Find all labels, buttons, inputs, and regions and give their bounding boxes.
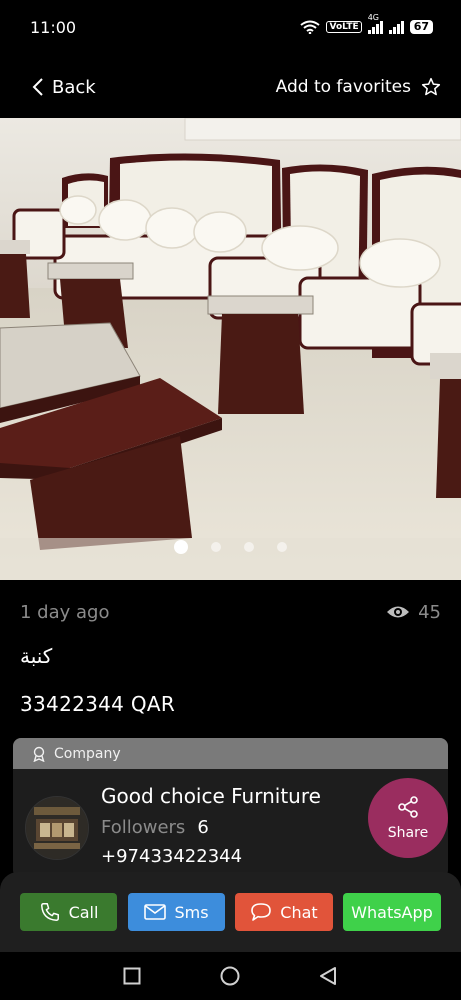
sms-button[interactable]: Sms <box>128 893 225 931</box>
listing-title: كنبة <box>20 644 53 668</box>
listing-price: 33422344 QAR <box>20 692 176 716</box>
status-bar: 11:00 VoLTE 4G 67 <box>0 0 461 54</box>
share-label: Share <box>387 825 429 841</box>
back-nav-icon[interactable] <box>319 966 337 986</box>
whatsapp-button[interactable]: WhatsApp <box>343 893 441 931</box>
seller-name[interactable]: Good choice Furniture <box>101 784 321 808</box>
status-time: 11:00 <box>30 17 77 37</box>
followers-label: Followers <box>101 817 186 838</box>
listing-meta: 1 day ago 45 <box>20 598 441 626</box>
share-button[interactable]: Share <box>368 778 448 858</box>
back-label: Back <box>52 76 96 98</box>
posted-time: 1 day ago <box>20 601 110 623</box>
volte-badge: VoLTE <box>326 21 362 33</box>
whatsapp-label: WhatsApp <box>351 902 433 922</box>
star-icon <box>421 77 441 96</box>
gallery-dot[interactable] <box>211 542 221 552</box>
seller-logo-image <box>26 797 88 859</box>
gallery-pagination <box>0 540 461 554</box>
network-label: 4G <box>367 12 379 22</box>
chat-bubble-icon <box>251 903 272 921</box>
views-count: 45 <box>386 602 441 623</box>
badge-icon <box>33 746 45 762</box>
call-button[interactable]: Call <box>20 893 117 931</box>
gallery-dot[interactable] <box>174 540 188 554</box>
views-number: 45 <box>418 601 441 623</box>
back-button[interactable]: Back <box>32 77 96 98</box>
chevron-left-icon <box>32 78 43 96</box>
followers-count: 6 <box>197 817 209 838</box>
seller-logo[interactable] <box>25 796 89 860</box>
furniture-photo <box>0 118 461 580</box>
listing-photo-gallery[interactable] <box>0 118 461 580</box>
contact-action-bar: Call Sms Chat WhatsApp <box>0 872 461 952</box>
top-bar: Back Add to favorites <box>0 60 461 114</box>
eye-icon <box>387 606 410 618</box>
system-nav-bar <box>0 952 461 1000</box>
seller-followers: Followers 6 <box>101 817 209 838</box>
chat-label: Chat <box>280 902 318 922</box>
signal-icon-2 <box>388 20 404 34</box>
phone-icon <box>40 903 59 921</box>
gallery-dot[interactable] <box>244 542 254 552</box>
gallery-dot[interactable] <box>277 542 287 552</box>
seller-type-label: Company <box>54 745 121 762</box>
call-label: Call <box>68 902 99 922</box>
share-icon <box>398 796 418 818</box>
seller-phone[interactable]: +97433422344 <box>101 846 242 867</box>
chat-button[interactable]: Chat <box>235 893 333 931</box>
add-to-favorites-button[interactable]: Add to favorites <box>276 77 441 97</box>
seller-type-header: Company <box>13 738 448 769</box>
favorites-label: Add to favorites <box>275 77 411 97</box>
battery-indicator: 67 <box>409 20 433 34</box>
home-icon[interactable] <box>220 966 240 986</box>
status-icons: VoLTE 4G 67 <box>300 13 433 34</box>
envelope-icon <box>144 904 167 920</box>
recents-icon[interactable] <box>123 967 141 985</box>
sms-label: Sms <box>174 902 209 922</box>
wifi-icon <box>300 20 321 34</box>
signal-icon <box>367 20 383 34</box>
